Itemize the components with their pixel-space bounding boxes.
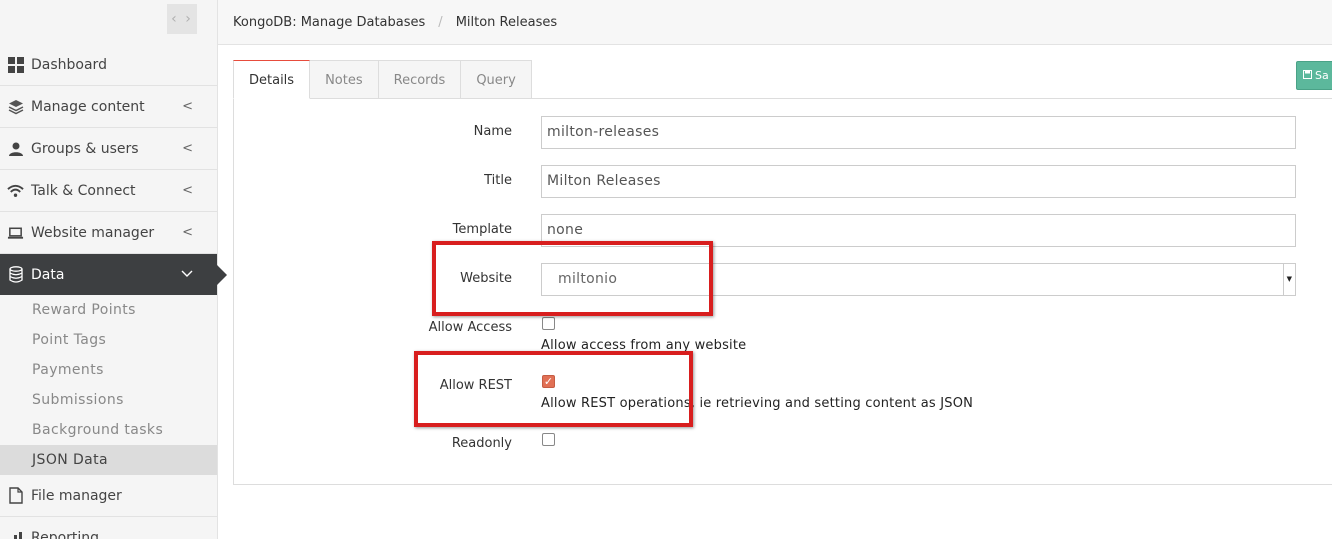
file-icon [7,487,24,504]
dropdown-arrow-icon: ▼ [1283,264,1295,295]
sidebar-item-website-manager[interactable]: Website manager < [0,212,217,254]
readonly-label: Readonly [451,436,512,451]
breadcrumb-current: Milton Releases [455,14,558,30]
sidebar-item-talk-connect[interactable]: Talk & Connect < [0,170,217,212]
tab-query[interactable]: Query [460,60,532,99]
data-submenu: Reward Points Point Tags Payments Submis… [0,295,217,475]
arrows-left-right-icon: ‹ › [171,11,193,27]
sidebar-subitem-payments[interactable]: Payments [0,355,217,385]
tab-notes[interactable]: Notes [309,60,379,99]
sidebar-item-groups-users[interactable]: Groups & users < [0,128,217,170]
sidebar-item-data[interactable]: Data [0,254,227,295]
chart-icon [7,529,24,539]
readonly-checkbox[interactable] [542,433,555,446]
tab-details[interactable]: Details [233,60,311,99]
sidebar-item-label: Groups & users [31,140,139,157]
sidebar-toggle-button[interactable]: ‹ › [167,4,197,34]
sidebar-subitem-json-data[interactable]: JSON Data [0,445,217,475]
name-field[interactable]: milton-releases [541,116,1296,149]
sidebar-item-dashboard[interactable]: Dashboard [0,44,217,86]
sidebar: ‹ › Dashboard Manage content < Groups & … [0,0,227,539]
tab-records[interactable]: Records [377,60,462,99]
chevron-left-icon: < [182,225,193,240]
laptop-icon [7,224,24,241]
sidebar-item-reporting[interactable]: Reporting [0,517,217,539]
breadcrumb: KongoDB: Manage Databases / Milton Relea… [218,0,1332,45]
title-label: Title [484,173,512,188]
chevron-left-icon: < [182,183,193,198]
chevron-down-icon [181,267,193,282]
sidebar-subitem-background-tasks[interactable]: Background tasks [0,415,217,445]
template-label: Template [452,222,512,237]
allow-access-label: Allow Access [428,320,512,335]
sidebar-subitem-reward-points[interactable]: Reward Points [0,295,217,325]
grid-icon [7,56,24,73]
highlight-box-allow-rest [414,351,693,427]
save-icon [1303,69,1312,82]
save-button[interactable]: Sa [1296,61,1332,90]
sidebar-item-manage-content[interactable]: Manage content < [0,86,217,128]
user-icon [7,140,24,157]
name-label: Name [473,124,512,139]
sidebar-item-label: Reporting [31,529,100,539]
layers-icon [7,98,24,115]
sidebar-item-label: Website manager [31,224,155,241]
sidebar-item-label: Manage content [31,98,145,115]
sidebar-subitem-submissions[interactable]: Submissions [0,385,217,415]
title-field[interactable]: Milton Releases [541,165,1296,198]
breadcrumb-parent-link[interactable]: KongoDB: Manage Databases [233,15,425,30]
chevron-left-icon: < [182,141,193,156]
highlight-box-website [432,241,713,316]
sidebar-item-label: Talk & Connect [31,182,136,199]
tab-bar: Details Notes Records Query [233,60,532,99]
details-panel: Name milton-releases Title Milton Releas… [233,98,1332,485]
sidebar-top: ‹ › [0,0,217,44]
sidebar-subitem-point-tags[interactable]: Point Tags [0,325,217,355]
database-icon [7,266,24,283]
sidebar-item-file-manager[interactable]: File manager [0,475,217,517]
allow-access-checkbox[interactable] [542,317,555,330]
wifi-icon [7,182,24,199]
chevron-left-icon: < [182,99,193,114]
sidebar-item-label: File manager [31,487,122,504]
sidebar-item-label: Data [31,266,65,283]
sidebar-item-label: Dashboard [31,56,107,73]
save-button-label: Sa [1315,69,1329,82]
breadcrumb-separator: / [438,14,443,30]
